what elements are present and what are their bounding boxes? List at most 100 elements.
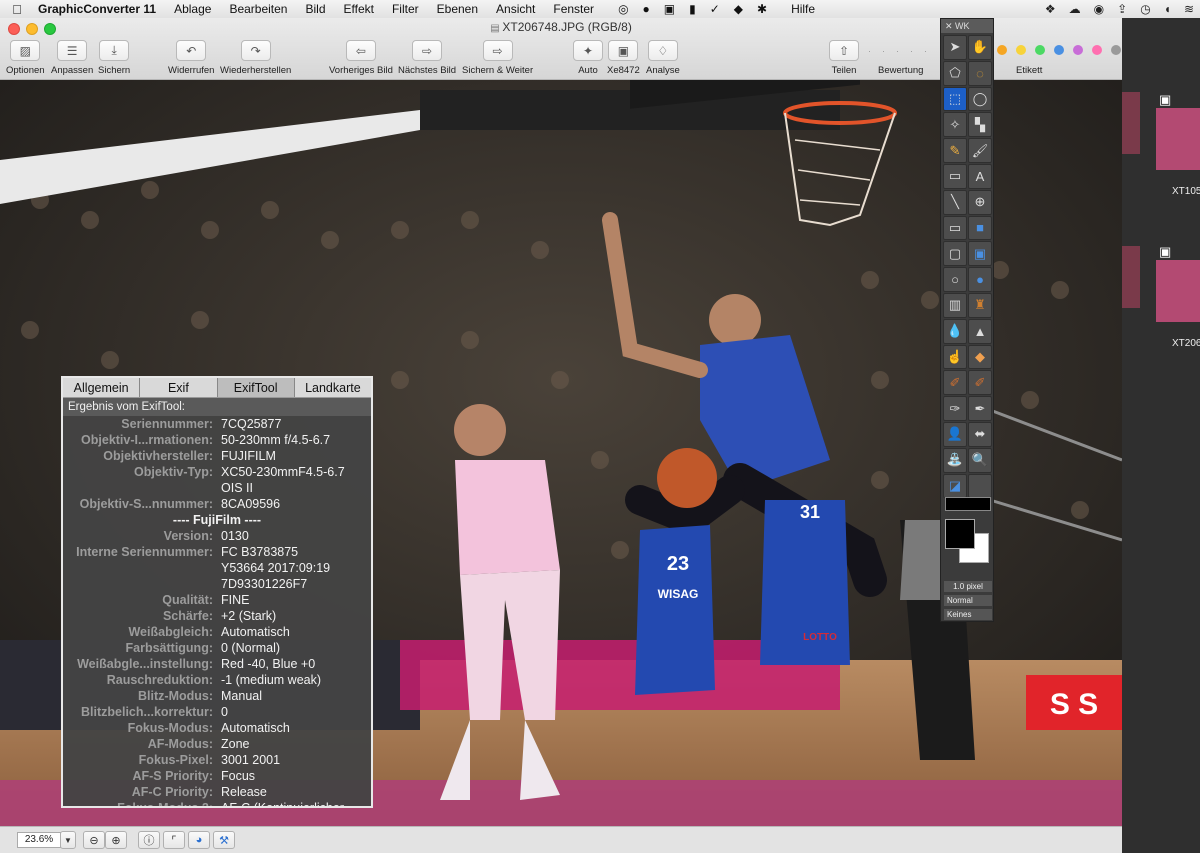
roundrect-fill-icon[interactable]: ▣ [968,241,992,267]
label-pink[interactable] [1092,45,1102,55]
eraser-icon[interactable]: ▭ [943,163,967,189]
gradient-icon[interactable]: ◪ [943,473,967,499]
rect-fill-icon[interactable]: ■ [968,215,992,241]
ellipse-outline-icon[interactable]: ○ [943,267,967,292]
polygon-lasso-icon[interactable]: ⬠ [943,60,967,86]
measure-icon[interactable]: ⬌ [968,421,992,447]
upload-icon[interactable]: ⇪ [1117,2,1127,16]
thumbnail-1[interactable] [1122,92,1140,154]
menu-ansicht[interactable]: Ansicht [496,2,545,16]
menu-filter[interactable]: Filter [392,2,429,16]
brush3-icon[interactable]: ✐ [968,370,992,396]
sharpen-icon[interactable]: ▲ [968,318,992,344]
toolbar-save-next[interactable]: ⇨ Sichern & Weiter [462,40,533,76]
label-green[interactable] [1035,45,1045,55]
lasso-icon[interactable]: ◌ [968,60,992,86]
zoom-out-button[interactable]: ⊖ [83,831,105,849]
toolbar-save[interactable]: ⤓ Sichern [98,40,130,76]
pencil-icon[interactable]: ✎ [943,138,967,163]
magnifier-icon[interactable]: 🔍 [968,447,992,473]
menu-bearbeiten[interactable]: Bearbeiten [229,2,297,16]
toolbar-undo[interactable]: ↶ Widerrufen [168,40,214,76]
roundrect-outline-icon[interactable]: ▢ [943,241,967,267]
toolbar-auto[interactable]: ✦ Auto [573,40,603,76]
menu-extras-icons[interactable]: ◎●▣▮✓◆✱ [618,2,791,16]
menu-ablage[interactable]: Ablage [174,2,221,16]
apple-icon[interactable]:  [0,2,34,17]
globe-button[interactable]: ◕ [188,831,210,849]
toolbar-auto-label: Auto [578,65,598,76]
dodge-icon[interactable]: ✒ [968,396,992,421]
label-purple[interactable] [1073,45,1083,55]
thumbnail-3[interactable] [1122,246,1140,308]
line-preview[interactable] [945,497,991,511]
bucket-icon[interactable]: ▥ [943,292,967,318]
label-yellow[interactable] [1016,45,1026,55]
exif-value: 3001 2001 [221,753,281,767]
label-blue[interactable] [1054,45,1064,55]
brush2-icon[interactable]: ✐ [943,370,967,396]
close-icon[interactable]: ✕ [945,21,955,31]
info-button[interactable]: ⓘ [138,831,160,849]
toolbar-next[interactable]: ⇨ Nächstes Bild [398,40,456,76]
exif-value: Automatisch [221,625,290,639]
wifi-icon[interactable]: ≋ [1184,2,1194,16]
stamp-icon[interactable]: ♜ [968,292,992,318]
toolbar-options[interactable]: ▨ Optionen [6,40,45,76]
brush-icon[interactable]: 🖌 [968,138,992,163]
text-tool-icon[interactable]: A [968,163,992,189]
ellipse-select-icon[interactable]: ◯ [968,86,992,112]
zoom-dropdown[interactable]: ▼ [60,831,76,849]
thumbnail-4[interactable] [1156,260,1200,322]
label-orange[interactable] [997,45,1007,55]
pen-icon[interactable]: ✑ [943,396,967,421]
toolbar-share[interactable]: ⇧ Teilen [829,40,859,76]
camera-icon: ▣ [1159,92,1172,107]
fg-color-swatch[interactable] [945,519,975,549]
line-width-select[interactable]: 1.0 pixel [944,581,992,592]
rect-outline-icon[interactable]: ▭ [943,215,967,241]
eye-icon[interactable]: ◉ [1094,2,1104,16]
menu-bild[interactable]: Bild [305,2,335,16]
toolbar-xe8472[interactable]: ▣ Xe8472 [607,40,640,76]
rating-stars[interactable]: ····· [868,46,938,56]
style-select[interactable]: Keines [944,609,992,620]
dropbox-icon[interactable]: ❖ [1045,2,1056,16]
tab-allgemein[interactable]: Allgemein [63,378,141,397]
thumbnail-2[interactable] [1156,108,1200,170]
menu-fenster[interactable]: Fenster [553,2,604,16]
toolbar-analyse[interactable]: ♢ Analyse [646,40,680,76]
tab-exiftool[interactable]: ExifTool [217,378,295,397]
checker-icon[interactable]: ▚ [968,112,992,138]
toolbar-adjust[interactable]: ☰ Anpassen [51,40,93,76]
volume-icon[interactable]: ◖ [1164,2,1171,16]
menu-effekt[interactable]: Effekt [344,2,384,16]
person-icon[interactable]: 👤 [943,421,967,447]
time-machine-icon[interactable]: ◷ [1140,2,1150,16]
crosshair-icon[interactable]: ⊕ [968,189,992,215]
label-gray[interactable] [1111,45,1121,55]
toolbar-redo[interactable]: ↷ Wiederherstellen [220,40,291,76]
toolbar-previous[interactable]: ⇦ Vorheriges Bild [329,40,393,76]
crop-button[interactable]: ⌜ [163,831,185,849]
finger-icon[interactable]: ☝ [943,344,967,370]
tab-landkarte[interactable]: Landkarte [295,378,371,397]
zoom-in-button[interactable]: ⊕ [105,831,127,849]
menu-hilfe[interactable]: Hilfe [791,2,825,16]
magic-wand-icon[interactable]: ✧ [943,112,967,138]
cloud-icon[interactable]: ☁ [1069,2,1081,16]
mode-select[interactable]: Normal [944,595,992,606]
menu-ebenen[interactable]: Ebenen [437,2,488,16]
rect-select-icon[interactable]: ⬚ [943,86,967,112]
drop-icon[interactable]: 💧 [943,318,967,344]
tools-button[interactable]: ⚒ [213,831,235,849]
menu-app[interactable]: GraphicConverter 11 [38,2,166,16]
ellipse-fill-icon[interactable]: ● [968,267,992,292]
fountain-icon[interactable]: ⛲ [943,447,967,473]
tab-exif[interactable]: Exif [140,378,218,397]
hand-tool-icon[interactable]: ✋ [968,35,992,60]
zoom-field[interactable]: 23.6% [17,832,61,848]
arrow-tool-icon[interactable]: ➤ [943,35,967,60]
bandage-icon[interactable]: ◆ [968,344,992,370]
line-tool-icon[interactable]: ╲ [943,189,967,215]
